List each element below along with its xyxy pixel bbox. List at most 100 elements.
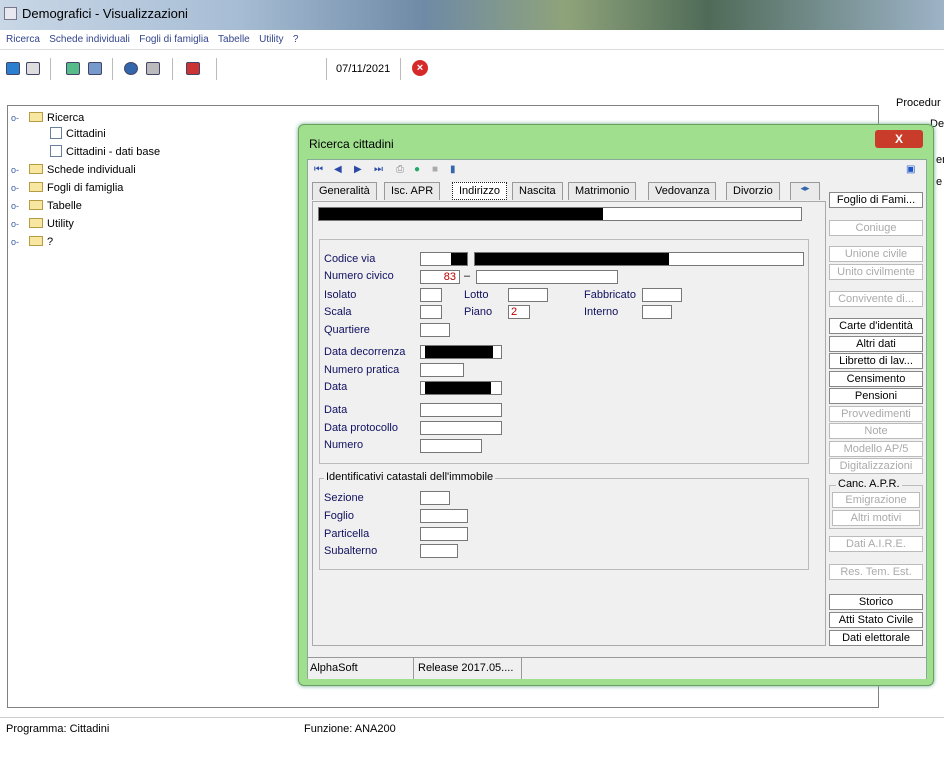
quartiere-field[interactable] <box>420 323 450 337</box>
dialog-title: Ricerca cittadini <box>309 137 394 151</box>
convivente-button[interactable]: Convivente di... <box>829 291 923 307</box>
altri-motivi-button[interactable]: Altri motivi <box>832 510 920 526</box>
calendar-icon[interactable] <box>186 62 200 75</box>
keyboard-icon[interactable] <box>26 62 40 75</box>
expand-icon[interactable]: o- <box>11 219 19 229</box>
numero-civico-field[interactable]: 83 <box>420 270 460 284</box>
next-record-icon[interactable]: ▶ <box>354 164 362 175</box>
lotto-field[interactable] <box>508 288 548 302</box>
sezione-field[interactable] <box>420 491 450 505</box>
coniuge-button[interactable]: Coniuge <box>829 220 923 236</box>
delete-icon[interactable]: ■ <box>432 164 438 175</box>
digitalizzazioni-button[interactable]: Digitalizzazioni <box>829 458 923 474</box>
interno-field[interactable] <box>642 305 672 319</box>
toolbar-separator <box>112 58 113 80</box>
emigrazione-button[interactable]: Emigrazione <box>832 492 920 508</box>
edit-icon[interactable] <box>6 62 20 75</box>
app-icon <box>4 7 17 20</box>
dati-aire-button[interactable]: Dati A.I.R.E. <box>829 536 923 552</box>
tab-vedovanza[interactable]: Vedovanza <box>648 182 717 200</box>
libretto-lavoro-button[interactable]: Libretto di lav... <box>829 353 923 369</box>
fabbricato-field[interactable] <box>642 288 682 302</box>
expand-icon[interactable]: o- <box>11 165 19 175</box>
atti-stato-civile-button[interactable]: Atti Stato Civile <box>829 612 923 628</box>
particella-label: Particella <box>324 528 370 540</box>
storico-button[interactable]: Storico <box>829 594 923 610</box>
subalterno-field[interactable] <box>420 544 458 558</box>
note-button[interactable]: Note <box>829 423 923 439</box>
isolato-field[interactable] <box>420 288 442 302</box>
tree-item-ricerca[interactable]: Ricerca <box>29 111 84 125</box>
tree-item-help[interactable]: ? <box>29 235 53 249</box>
provvedimenti-button[interactable]: Provvedimenti <box>829 406 923 422</box>
tree-item-cittadini[interactable]: Cittadini <box>50 127 106 141</box>
foglio-field[interactable] <box>420 509 468 523</box>
expand-icon[interactable]: o- <box>11 237 19 247</box>
search-icon[interactable] <box>124 62 138 75</box>
menu-fogli-di-famiglia[interactable]: Fogli di famiglia <box>139 34 208 45</box>
expand-icon[interactable]: o- <box>11 183 19 193</box>
menu-utility[interactable]: Utility <box>259 34 283 45</box>
codice-via-field[interactable] <box>420 252 468 266</box>
scala-field[interactable] <box>420 305 442 319</box>
unione-civile-button[interactable]: Unione civile <box>829 246 923 262</box>
folder-icon <box>29 236 43 246</box>
modello-ap5-button[interactable]: Modello AP/5 <box>829 441 923 457</box>
procedure-item[interactable]: e <box>936 176 942 188</box>
filter-icon[interactable] <box>146 62 160 75</box>
foglio-famiglia-button[interactable]: Foglio di Fami... <box>829 192 923 208</box>
menu-bar: Ricerca Schede individuali Fogli di fami… <box>0 30 944 50</box>
form-icon <box>50 145 62 157</box>
last-record-icon[interactable]: ⏭ <box>374 164 383 175</box>
menu-ricerca[interactable]: Ricerca <box>6 34 40 45</box>
save-icon[interactable]: ▣ <box>906 164 915 175</box>
tree-item-cittadini-dati-base[interactable]: Cittadini - dati base <box>50 145 160 159</box>
procedure-item[interactable]: en <box>936 154 944 166</box>
menu-schede-individuali[interactable]: Schede individuali <box>49 34 130 45</box>
via-name-field[interactable] <box>474 252 804 266</box>
tab-isc-apr[interactable]: Isc. APR <box>384 182 441 200</box>
data-decorrenza-field[interactable] <box>420 345 502 359</box>
expand-icon[interactable]: o- <box>11 201 19 211</box>
dialog-close-button[interactable]: X <box>875 130 923 148</box>
tab-generalita[interactable]: Generalità <box>312 182 377 200</box>
previous-record-icon[interactable]: ◀ <box>334 164 342 175</box>
exit-icon[interactable]: × <box>412 60 428 76</box>
carte-identita-button[interactable]: Carte d'identità <box>829 318 923 334</box>
tab-nascita[interactable]: Nascita <box>512 182 563 200</box>
tab-bar: Generalità Isc. APR Indirizzo Nascita Ma… <box>312 182 822 200</box>
tree-item-schede-individuali[interactable]: Schede individuali <box>29 163 136 177</box>
tools-icon[interactable] <box>66 62 80 75</box>
tree-item-fogli-di-famiglia[interactable]: Fogli di famiglia <box>29 181 123 195</box>
globe-icon[interactable]: ● <box>414 164 420 175</box>
menu-help[interactable]: ? <box>293 34 299 45</box>
collapse-icon[interactable]: o- <box>11 113 19 123</box>
pensioni-button[interactable]: Pensioni <box>829 388 923 404</box>
grid-icon[interactable] <box>88 62 102 75</box>
piano-field[interactable]: 2 <box>508 305 530 319</box>
numero-pratica-field[interactable] <box>420 363 464 377</box>
address-summary-field[interactable] <box>318 207 802 221</box>
data-protocollo-field[interactable] <box>420 421 502 435</box>
civico-suffix-field[interactable] <box>476 270 618 284</box>
tab-divorzio[interactable]: Divorzio <box>726 182 780 200</box>
dati-elettorale-button[interactable]: Dati elettorale <box>829 630 923 646</box>
data-field-2[interactable] <box>420 403 502 417</box>
data-field[interactable] <box>420 381 502 395</box>
menu-tabelle[interactable]: Tabelle <box>218 34 250 45</box>
particella-field[interactable] <box>420 527 468 541</box>
tab-matrimonio[interactable]: Matrimonio <box>568 182 637 200</box>
numero-label: Numero <box>324 439 364 451</box>
res-tem-est-button[interactable]: Res. Tem. Est. <box>829 564 923 580</box>
first-record-icon[interactable]: ⏮ <box>314 164 323 175</box>
tab-indirizzo[interactable]: Indirizzo <box>452 182 507 200</box>
altri-dati-button[interactable]: Altri dati <box>829 336 923 352</box>
numero-field[interactable] <box>420 439 482 453</box>
tab-scroll-arrows[interactable]: ◂▸ <box>790 182 820 200</box>
print-icon[interactable]: ⎙ <box>396 164 404 175</box>
tree-item-tabelle[interactable]: Tabelle <box>29 199 82 213</box>
censimento-button[interactable]: Censimento <box>829 371 923 387</box>
unito-civilmente-button[interactable]: Unito civilmente <box>829 264 923 280</box>
exit-door-icon[interactable]: ▮ <box>450 164 456 175</box>
tree-item-utility[interactable]: Utility <box>29 217 74 231</box>
